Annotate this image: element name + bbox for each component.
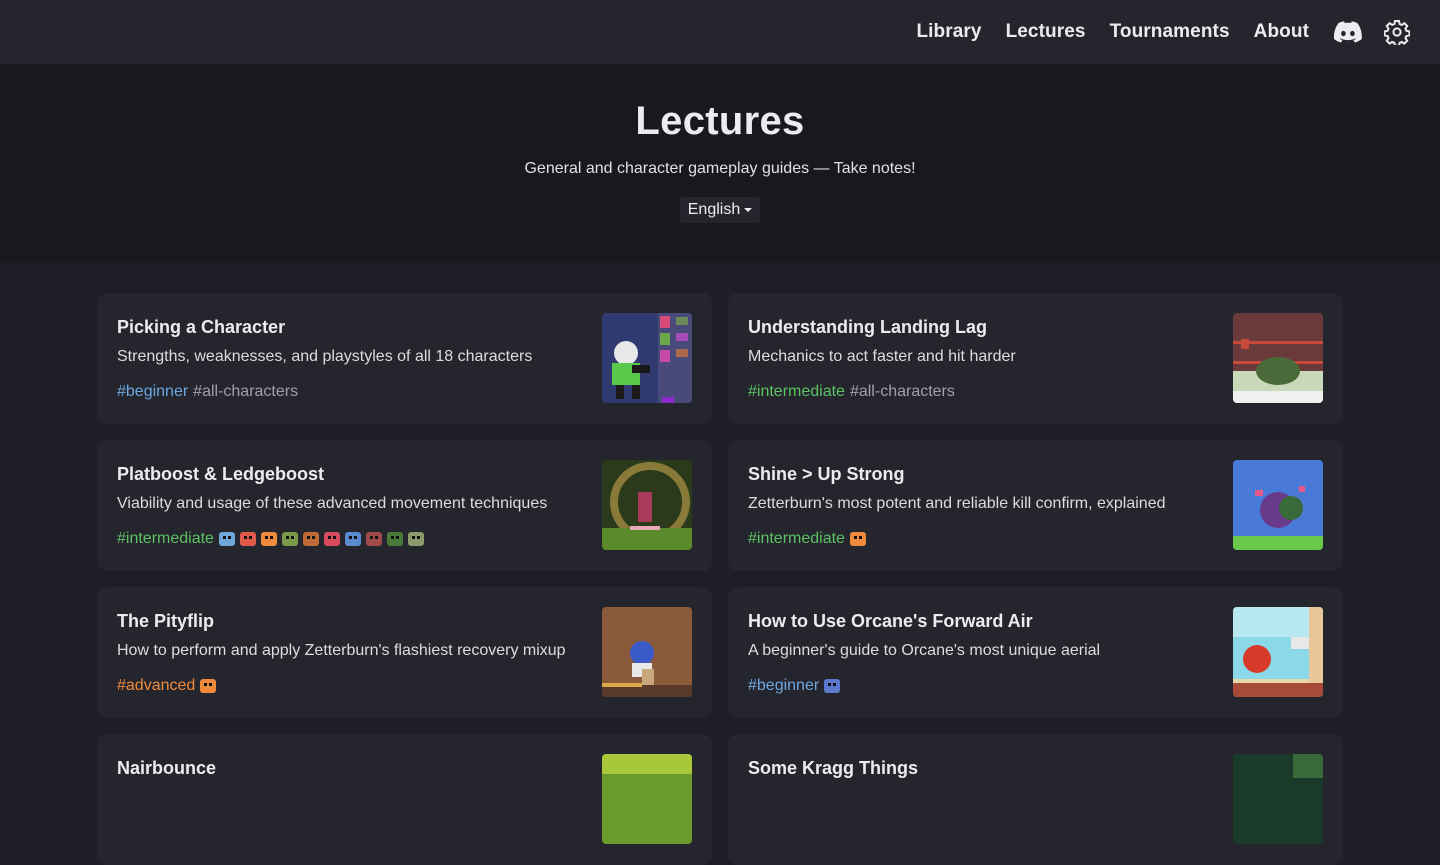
character-icon[interactable] [302, 532, 319, 546]
card-title[interactable]: How to Use Orcane's Forward Air [748, 611, 1033, 632]
kragg-thumbnail [1233, 754, 1323, 844]
lecture-card[interactable]: Picking a Character Strengths, weaknesse… [97, 293, 712, 424]
character-icon[interactable] [218, 532, 235, 546]
tag-beginner[interactable]: #beginner [117, 383, 188, 401]
tag-all-characters[interactable]: #all-characters [850, 383, 955, 401]
card-title[interactable]: Nairbounce [117, 758, 216, 779]
card-tags: #beginner [748, 677, 845, 695]
character-icon[interactable] [281, 532, 298, 546]
card-title[interactable]: Picking a Character [117, 317, 285, 338]
card-tags: #advanced [117, 677, 221, 695]
character-icon[interactable] [260, 532, 277, 546]
tag-intermediate[interactable]: #intermediate [748, 530, 845, 548]
card-description: Zetterburn's most potent and reliable ki… [748, 495, 1166, 512]
lecture-card[interactable]: Platboost & Ledgeboost Viability and usa… [97, 440, 712, 571]
tag-intermediate[interactable]: #intermediate [117, 530, 214, 548]
card-description: A beginner's guide to Orcane's most uniq… [748, 642, 1101, 659]
top-navbar: Library Lectures Tournaments About [0, 0, 1440, 64]
card-description: Viability and usage of these advanced mo… [117, 495, 548, 512]
character-icon[interactable] [386, 532, 403, 546]
caret-down-icon [744, 208, 753, 212]
page-title: Lectures [635, 99, 805, 143]
character-icon[interactable] [344, 532, 361, 546]
lecture-card[interactable]: How to Use Orcane's Forward Air A beginn… [728, 587, 1343, 718]
character-icon[interactable] [849, 532, 866, 546]
card-description: Strengths, weaknesses, and playstyles of… [117, 348, 533, 365]
lecture-card[interactable]: Understanding Landing Lag Mechanics to a… [728, 293, 1343, 424]
card-title[interactable]: Some Kragg Things [748, 758, 918, 779]
platboost-thumbnail [602, 460, 692, 550]
discord-icon[interactable] [1334, 21, 1362, 43]
character-icon[interactable] [323, 532, 340, 546]
card-tags: #intermediate [748, 530, 871, 548]
card-description: How to perform and apply Zetterburn's fl… [117, 642, 566, 659]
card-title[interactable]: Shine > Up Strong [748, 464, 905, 485]
nairbounce-thumbnail [602, 754, 692, 844]
character-icon[interactable] [365, 532, 382, 546]
nav-link-tournaments[interactable]: Tournaments [1110, 21, 1230, 43]
language-dropdown[interactable]: English [679, 197, 761, 223]
tag-beginner[interactable]: #beginner [748, 677, 819, 695]
language-label: English [687, 201, 741, 218]
card-tags: #intermediate #all-characters [748, 383, 960, 401]
lecture-card[interactable]: Nairbounce [97, 734, 712, 865]
character-icon[interactable] [824, 679, 841, 693]
card-description: Mechanics to act faster and hit harder [748, 348, 1016, 365]
card-tags: #intermediate [117, 530, 429, 548]
nav-link-about[interactable]: About [1254, 21, 1309, 43]
card-title[interactable]: Platboost & Ledgeboost [117, 464, 324, 485]
card-tags: #beginner #all-characters [117, 383, 303, 401]
lecture-card[interactable]: The Pityflip How to perform and apply Ze… [97, 587, 712, 718]
lecture-card[interactable]: Shine > Up Strong Zetterburn's most pote… [728, 440, 1343, 571]
character-icon[interactable] [200, 679, 217, 693]
nav-link-library[interactable]: Library [916, 21, 981, 43]
tag-intermediate[interactable]: #intermediate [748, 383, 845, 401]
character-icon[interactable] [239, 532, 256, 546]
card-title[interactable]: Understanding Landing Lag [748, 317, 987, 338]
orcane-thumbnail [1233, 607, 1323, 697]
shine-thumbnail [1233, 460, 1323, 550]
lecture-grid: Picking a Character Strengths, weaknesse… [97, 293, 1343, 865]
landing-lag-thumbnail [1233, 313, 1323, 403]
tier-list-thumbnail [602, 313, 692, 403]
tag-all-characters[interactable]: #all-characters [193, 383, 298, 401]
character-icon[interactable] [407, 532, 424, 546]
hero-section: Lectures General and character gameplay … [0, 64, 1440, 263]
nav-link-lectures[interactable]: Lectures [1006, 21, 1086, 43]
card-title[interactable]: The Pityflip [117, 611, 214, 632]
gear-icon[interactable] [1384, 19, 1410, 45]
page-subtitle: General and character gameplay guides — … [524, 160, 916, 177]
tag-advanced[interactable]: #advanced [117, 677, 195, 695]
lecture-card[interactable]: Some Kragg Things [728, 734, 1343, 865]
pityflip-thumbnail [602, 607, 692, 697]
